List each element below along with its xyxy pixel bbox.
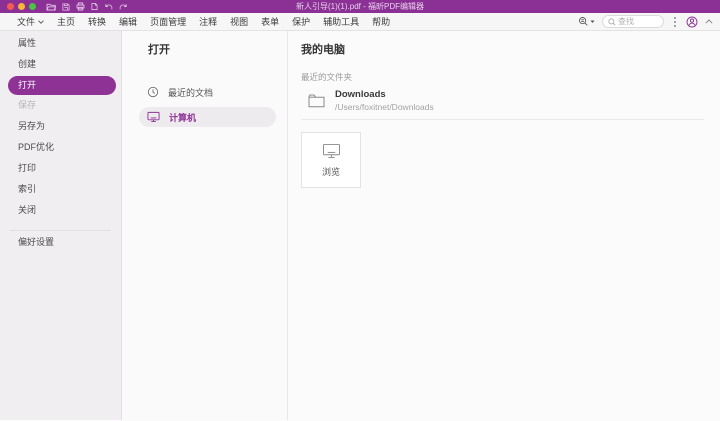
traffic-lights — [7, 3, 36, 10]
sidebar-divider — [10, 230, 111, 231]
sidebar-item-close[interactable]: 关闭 — [0, 200, 121, 221]
menu-page-organize[interactable]: 页面管理 — [150, 15, 186, 28]
recent-folder-row-downloads[interactable]: Downloads /Users/foxitnet/Downloads — [301, 89, 704, 120]
more-vertical-icon[interactable] — [674, 21, 676, 23]
sidebar-item-index[interactable]: 索引 — [0, 179, 121, 200]
menu-items: 文件 主页 转换 编辑 页面管理 注释 视图 表单 保护 辅助工具 帮助 — [17, 15, 390, 28]
open-item-label: 最近的文档 — [168, 86, 213, 99]
menu-comment[interactable]: 注释 — [199, 15, 217, 28]
backstage-view: 属性 创建 打开 保存 另存为 PDF优化 打印 索引 关闭 偏好设置 打开 最… — [0, 31, 720, 420]
menu-view[interactable]: 视图 — [230, 15, 248, 28]
zoom-window-button[interactable] — [29, 3, 36, 10]
quick-access-toolbar — [46, 2, 128, 11]
minimize-window-button[interactable] — [18, 3, 25, 10]
my-computer-panel: 我的电脑 最近的文件夹 Downloads /Users/foxitnet/Do… — [288, 31, 720, 420]
sidebar-item-save-as[interactable]: 另存为 — [0, 116, 121, 137]
close-window-button[interactable] — [7, 3, 14, 10]
open-panel-title: 打开 — [148, 41, 287, 57]
menubar: 文件 主页 转换 编辑 页面管理 注释 视图 表单 保护 辅助工具 帮助 — [0, 13, 720, 31]
search-icon — [608, 18, 616, 26]
computer-icon — [147, 111, 160, 123]
browse-button[interactable]: 浏览 — [301, 132, 361, 188]
open-location-list: 最近的文档 计算机 — [122, 82, 287, 127]
menu-home[interactable]: 主页 — [57, 15, 75, 28]
monitor-icon — [322, 143, 341, 159]
clock-icon — [147, 86, 159, 98]
menu-convert[interactable]: 转换 — [88, 15, 106, 28]
sidebar-item-open[interactable]: 打开 — [8, 76, 116, 95]
my-computer-title: 我的电脑 — [301, 41, 704, 57]
find-search-box[interactable] — [602, 15, 664, 28]
menubar-right-tools — [578, 15, 713, 28]
open-folder-icon[interactable] — [46, 3, 56, 11]
recent-folders-label: 最近的文件夹 — [301, 71, 704, 83]
sidebar-item-create[interactable]: 创建 — [0, 54, 121, 75]
file-menu-sidebar: 属性 创建 打开 保存 另存为 PDF优化 打印 索引 关闭 偏好设置 — [0, 31, 122, 420]
folder-icon — [308, 94, 325, 108]
open-item-label: 计算机 — [169, 111, 196, 124]
account-icon[interactable] — [686, 16, 698, 28]
sidebar-item-preferences[interactable]: 偏好设置 — [0, 232, 121, 253]
titlebar: 新人引导(1)(1).pdf - 福昕PDF编辑器 — [0, 0, 720, 13]
sidebar-item-properties[interactable]: 属性 — [0, 33, 121, 54]
sidebar-item-pdf-optimize[interactable]: PDF优化 — [0, 137, 121, 158]
folder-path: /Users/foxitnet/Downloads — [335, 102, 434, 112]
open-item-computer[interactable]: 计算机 — [139, 107, 276, 127]
sidebar-item-print[interactable]: 打印 — [0, 158, 121, 179]
menu-form[interactable]: 表单 — [261, 15, 279, 28]
print-icon[interactable] — [76, 2, 85, 11]
open-panel: 打开 最近的文档 计算机 — [122, 31, 288, 420]
redo-icon[interactable] — [119, 3, 128, 11]
search-settings-icon[interactable] — [578, 16, 595, 27]
open-item-recent-documents[interactable]: 最近的文档 — [139, 82, 276, 102]
menu-protect[interactable]: 保护 — [292, 15, 310, 28]
menu-edit[interactable]: 编辑 — [119, 15, 137, 28]
save-icon[interactable] — [62, 3, 70, 11]
dropdown-caret-icon — [590, 20, 595, 24]
menu-help[interactable]: 帮助 — [372, 15, 390, 28]
collapse-chevron-icon[interactable] — [705, 19, 713, 24]
menu-accessibility[interactable]: 辅助工具 — [323, 15, 359, 28]
sidebar-item-save: 保存 — [0, 95, 121, 116]
menu-file-label: 文件 — [17, 15, 35, 28]
menu-file[interactable]: 文件 — [17, 15, 44, 28]
browse-label: 浏览 — [322, 165, 340, 178]
undo-icon[interactable] — [104, 3, 113, 11]
chevron-down-icon — [38, 20, 44, 24]
folder-name: Downloads — [335, 89, 434, 100]
document-icon[interactable] — [91, 2, 98, 11]
search-input[interactable] — [618, 17, 658, 26]
